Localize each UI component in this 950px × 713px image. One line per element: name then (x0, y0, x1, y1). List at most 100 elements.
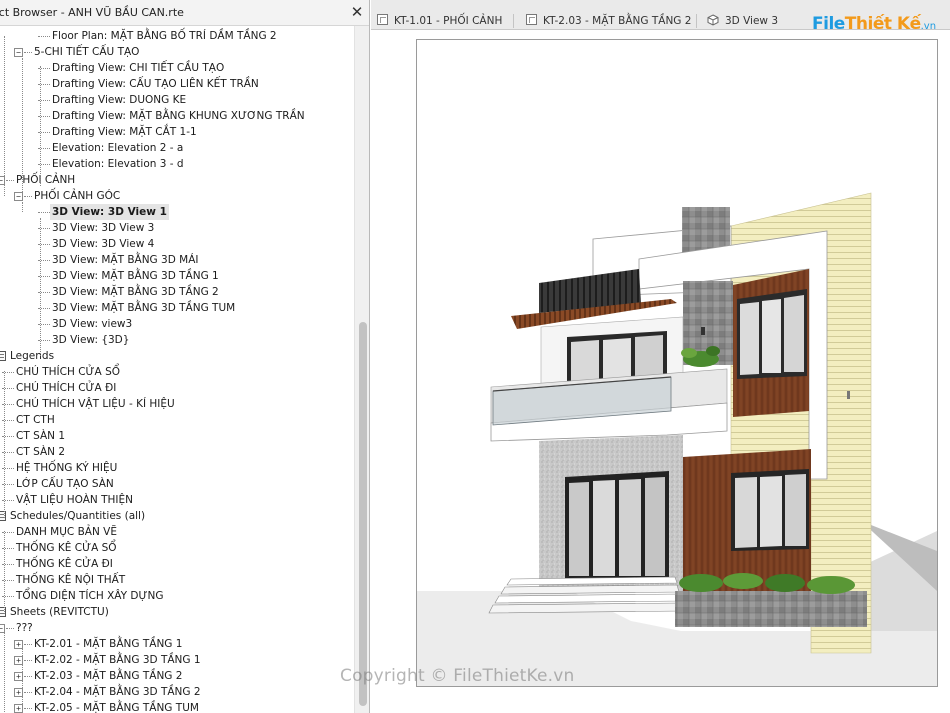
tree-connector (24, 692, 32, 693)
tree-item-drafting-view-c-u-t-o-li-n-k-t-tr-n[interactable]: Drafting View: CẤU TẠO LIÊN KẾT TRẦN (0, 76, 354, 92)
category-icon (0, 607, 6, 617)
tree-item-t-ng-di-n-t-ch-x-y-d-ng[interactable]: TỔNG DIỆN TÍCH XÂY DỰNG (0, 588, 354, 604)
project-browser: ect Browser - ANH VŨ BẦU CAN.rte ✕ Floor… (0, 0, 370, 713)
tree-guide-line (40, 218, 41, 356)
wall-light (847, 391, 850, 399)
tree-item-label: Drafting View: DUONG KE (52, 94, 187, 106)
tree-item-label: 3D View: MẶT BẰNG 3D MÁI (52, 254, 199, 266)
tab-kt-2-03[interactable]: KT-2.03 - MẶT BẰNG TẦNG 2 (526, 12, 691, 30)
tree-item-drafting-view-m-t-c-t-1-1[interactable]: Drafting View: MẶT CẮT 1-1 (0, 124, 354, 140)
tree-item-label: CHÚ THÍCH VẬT LIỆU - KÍ HIỆU (16, 398, 175, 410)
tree-item-l-p-c-u-t-o-s-n[interactable]: LỚP CẤU TẠO SÀN (0, 476, 354, 492)
sheet-icon (377, 14, 388, 25)
tree-item-ch-th-ch-c-a-s[interactable]: CHÚ THÍCH CỬA SỔ (0, 364, 354, 380)
close-icon[interactable]: ✕ (348, 3, 366, 21)
tree-item-label: KT-2.03 - MẶT BẰNG TẦNG 2 (34, 670, 183, 682)
tree-item-label: Schedules/Quantities (all) (10, 510, 146, 522)
tree-item-label: 3D View: MẶT BẰNG 3D TẦNG 1 (52, 270, 219, 282)
tree-item-ct-cth[interactable]: CT CTH (0, 412, 354, 428)
tab-3d-view-3[interactable]: 3D View 3 (707, 12, 778, 30)
category-icon (0, 351, 6, 361)
project-browser-tree: Floor Plan: MẶT BẰNG BỐ TRÍ DẦM TẦNG 2 − 5… (0, 26, 354, 713)
tree-item-3d-view-m-t-b-ng-3d-t-ng-tum[interactable]: 3D View: MẶT BẰNG 3D TẦNG TUM (0, 300, 354, 316)
tree-item-label: 3D View: 3D View 3 (52, 222, 155, 234)
tree-item-label: Sheets (REVITCTU) (10, 606, 109, 618)
tree-item-label: CT SÀN 1 (16, 430, 65, 442)
tree-item-label: PHỐI CẢNH (16, 174, 76, 186)
tree-item-3d-view-3d-view-1[interactable]: 3D View: 3D View 1 (0, 204, 354, 220)
tree-guide-line (4, 627, 5, 713)
tree-item-label: ??? (16, 622, 33, 634)
tree-item-label: KT-2.02 - MẶT BẰNG 3D TẦNG 1 (34, 654, 201, 666)
tree-item-ct-s-n-2[interactable]: CT SÀN 2 (0, 444, 354, 460)
collapse-icon[interactable]: − (14, 48, 23, 57)
tree-item-3d-view-3d[interactable]: 3D View: {3D} (0, 332, 354, 348)
tree-item-kt-2-01-m-t-b-ng-t-ng-1[interactable]: + KT-2.01 - MẶT BẰNG TẦNG 1 (0, 636, 354, 652)
tree-connector (38, 212, 50, 213)
tree-item-label: 3D View: view3 (52, 318, 133, 330)
tree-connector (24, 52, 32, 53)
tree-item-floor-plan-m-t-b-ng-b-tr-d-m-t-ng-2[interactable]: Floor Plan: MẶT BẰNG BỐ TRÍ DẦM TẦNG 2 (0, 28, 354, 44)
tree-item-kt-2-04-m-t-b-ng-3d-t-ng-2[interactable]: + KT-2.04 - MẶT BẰNG 3D TẦNG 2 (0, 684, 354, 700)
3d-view-canvas[interactable] (371, 31, 950, 713)
tree-item-label: 3D View: MẶT BẰNG 3D TẦNG TUM (52, 302, 236, 314)
tree-item-sheets-revitctu[interactable]: Sheets (REVITCTU) (0, 604, 354, 620)
project-browser-scrollbar[interactable] (354, 26, 369, 713)
tree-item-ch-th-ch-c-a-i[interactable]: CHÚ THÍCH CỬA ĐI (0, 380, 354, 396)
tree-item-3d-view-m-t-b-ng-3d-t-ng-1[interactable]: 3D View: MẶT BẰNG 3D TẦNG 1 (0, 268, 354, 284)
tree-item-label: DANH MỤC BẢN VẼ (16, 526, 117, 538)
tree-guide-line (4, 531, 5, 614)
tree-item-label: Elevation: Elevation 3 - d (52, 158, 184, 170)
tab-kt-1-01[interactable]: KT-1.01 - PHỐI CẢNH (377, 12, 502, 30)
tree-item-ph-i-c-nh[interactable]: −PHỐI CẢNH (0, 172, 354, 188)
tree-item-label: 5-CHI TIẾT CẤU TẠO (34, 46, 140, 58)
tree-item-row-37[interactable]: −??? (0, 620, 354, 636)
tree-item-label: Drafting View: MẶT CẮT 1-1 (52, 126, 197, 138)
tree-item-legends[interactable]: Legends (0, 348, 354, 364)
tree-item-kt-2-03-m-t-b-ng-t-ng-2[interactable]: + KT-2.03 - MẶT BẰNG TẦNG 2 (0, 668, 354, 684)
scrollbar-thumb[interactable] (359, 322, 367, 706)
tree-guide-line (4, 36, 5, 196)
tree-item-th-ng-k-n-i-th-t[interactable]: THỐNG KÊ NỘI THẤT (0, 572, 354, 588)
tree-item-kt-2-05-m-t-b-ng-t-ng-tum[interactable]: + KT-2.05 - MẶT BẰNG TẦNG TUM (0, 700, 354, 713)
tree-item-ch-th-ch-v-t-li-u-k-hi-u[interactable]: CHÚ THÍCH VẬT LIỆU - KÍ HIỆU (0, 396, 354, 412)
tree-item-elevation-elevation-2-a[interactable]: Elevation: Elevation 2 - a (0, 140, 354, 156)
tree-item-5-chi-ti-t-c-u-t-o[interactable]: − 5-CHI TIẾT CẤU TẠO (0, 44, 354, 60)
tree-item-ct-s-n-1[interactable]: CT SÀN 1 (0, 428, 354, 444)
tree-item-label: Legends (10, 350, 55, 362)
tree-item-danh-m-c-b-n-v[interactable]: DANH MỤC BẢN VẼ (0, 524, 354, 540)
tree-item-label: CT SÀN 2 (16, 446, 65, 458)
tree-item-drafting-view-chi-ti-t-c-u-t-o[interactable]: Drafting View: CHI TIẾT CẦU TẠO (0, 60, 354, 76)
tree-item-elevation-elevation-3-d[interactable]: Elevation: Elevation 3 - d (0, 156, 354, 172)
tree-item-3d-view-3d-view-4[interactable]: 3D View: 3D View 4 (0, 236, 354, 252)
tree-connector (24, 660, 32, 661)
tree-item-h-th-ng-k-hi-u[interactable]: HỆ THỐNG KÝ HIỆU (0, 460, 354, 476)
tree-item-label: CHÚ THÍCH CỬA SỔ (16, 366, 121, 378)
tree-item-schedules-quantities-all[interactable]: Schedules/Quantities (all) (0, 508, 354, 524)
tree-item-drafting-view-duong-ke[interactable]: Drafting View: DUONG KE (0, 92, 354, 108)
tree-item-3d-view-m-t-b-ng-3d-m-i[interactable]: 3D View: MẶT BẰNG 3D MÁI (0, 252, 354, 268)
sheet-icon (526, 14, 537, 25)
cube-icon (707, 14, 719, 26)
tree-item-label: CT CTH (16, 414, 55, 426)
tree-item-3d-view-m-t-b-ng-3d-t-ng-2[interactable]: 3D View: MẶT BẰNG 3D TẦNG 2 (0, 284, 354, 300)
tree-item-drafting-view-m-t-b-ng-khung-x-ng-tr-n[interactable]: Drafting View: MẶT BẰNG KHUNG XƯƠNG TRẦN (0, 108, 354, 124)
tree-connector (24, 196, 32, 197)
tree-item-th-ng-k-c-a-s[interactable]: THỐNG KÊ CỬA SỔ (0, 540, 354, 556)
tree-guide-line (40, 66, 41, 186)
tree-item-v-t-li-u-ho-n-thi-n[interactable]: VẬT LIỆU HOÀN THIỆN (0, 492, 354, 508)
tree-item-3d-view-view3[interactable]: 3D View: view3 (0, 316, 354, 332)
tree-item-kt-2-02-m-t-b-ng-3d-t-ng-1[interactable]: + KT-2.02 - MẶT BẰNG 3D TẦNG 1 (0, 652, 354, 668)
tree-item-label: PHỐI CẢNH GÓC (34, 190, 121, 202)
tree-item-label: HỆ THỐNG KÝ HIỆU (16, 462, 118, 474)
tab-label: KT-2.03 - MẶT BẰNG TẦNG 2 (543, 15, 692, 27)
tab-separator (696, 14, 697, 28)
tree-item-ph-i-c-nh-g-c[interactable]: − PHỐI CẢNH GÓC (0, 188, 354, 204)
tree-guide-line (22, 202, 23, 212)
tree-item-label: THỐNG KÊ NỘI THẤT (16, 574, 126, 586)
tree-item-label: THỐNG KÊ CỬA ĐI (16, 558, 113, 570)
tree-item-3d-view-3d-view-3[interactable]: 3D View: 3D View 3 (0, 220, 354, 236)
tree-item-th-ng-k-c-a-i[interactable]: THỐNG KÊ CỬA ĐI (0, 556, 354, 572)
tree-guide-line (22, 58, 23, 196)
tree-item-label: Drafting View: CHI TIẾT CẦU TẠO (52, 62, 225, 74)
